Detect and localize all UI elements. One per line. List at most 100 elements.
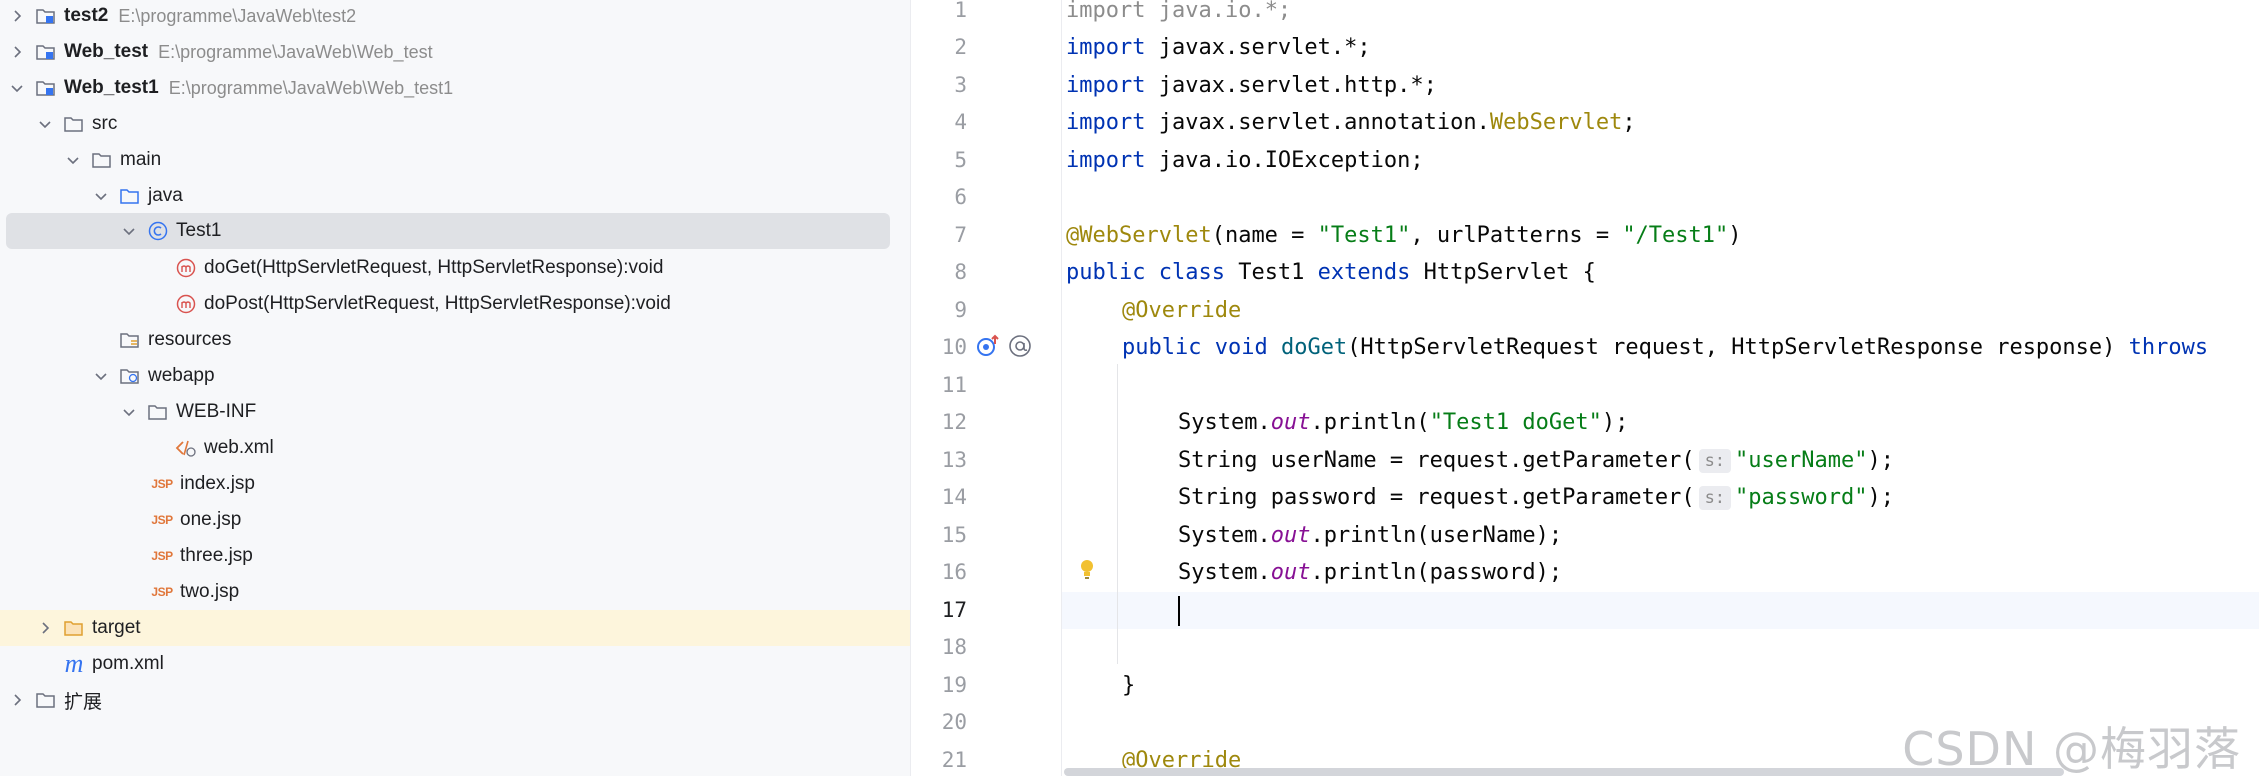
chevron-right-icon[interactable] [6,689,28,711]
tree-row-dopost-method[interactable]: doPost(HttpServletRequest, HttpServletRe… [0,286,910,322]
tree-row-main[interactable]: main [0,142,910,178]
method-icon [174,292,198,316]
tree-row-three-jsp[interactable]: JSP three.jsp [0,538,910,574]
tree-row-target[interactable]: target [0,610,910,646]
tree-label: two.jsp [180,581,240,602]
code-line-7[interactable]: @WebServlet(name = "Test1", urlPatterns … [1066,217,1742,254]
jsp-file-icon: JSP [151,549,173,563]
tree-row-test1-class[interactable]: Test1 [0,213,910,249]
module-folder-icon [34,40,58,64]
watermark: CSDN @梅羽落 [1902,722,2241,776]
chevron-down-icon[interactable] [62,149,84,171]
tree-label: test2 [64,5,109,26]
folder-icon [146,400,170,424]
line-number: 2 [954,35,967,59]
code-line-2[interactable]: import javax.servlet.*; [1066,29,1371,66]
web-endpoint-icon[interactable] [1007,333,1033,359]
code-line-5[interactable]: import java.io.IOException; [1066,142,1424,179]
folder-icon [90,148,114,172]
jsp-file-icon: JSP [151,585,173,599]
tree-row-web-inf[interactable]: WEB-INF [0,394,910,430]
tree-path: E:\programme\JavaWeb\Web_test [158,41,433,62]
chevron-right-icon[interactable] [6,5,28,27]
tree-label: WEB-INF [176,401,257,422]
tree-row-java[interactable]: java [0,178,910,214]
code-line-8[interactable]: public class Test1 extends HttpServlet { [1066,254,1596,291]
line-number: 1 [954,0,967,22]
line-number: 12 [941,410,967,434]
tree-row-pom-xml[interactable]: m pom.xml [0,646,910,682]
tree-row-resources[interactable]: resources [0,322,910,358]
lightbulb-icon[interactable] [1074,556,1100,582]
tree-row-doget-method[interactable]: doGet(HttpServletRequest, HttpServletRes… [0,250,910,286]
text-caret [1178,596,1180,626]
chevron-down-icon[interactable] [118,401,140,423]
line-number: 11 [941,373,967,397]
excluded-folder-icon [62,616,86,640]
tree-label: 扩展 [64,691,103,713]
chevron-down-icon[interactable] [90,365,112,387]
tree-row-test2[interactable]: test2 E:\programme\JavaWeb\test2 [0,0,910,34]
code-line-15[interactable]: System.out.println(userName); [1178,517,1562,554]
line-number: 9 [954,298,967,322]
line-number: 6 [954,185,967,209]
tree-label: doPost(HttpServletRequest, HttpServletRe… [204,293,671,314]
tree-label: src [92,113,118,134]
tree-row-index-jsp[interactable]: JSP index.jsp [0,466,910,502]
tree-row-two-jsp[interactable]: JSP two.jsp [0,574,910,610]
line-number: 4 [954,110,967,134]
project-tree: test2 E:\programme\JavaWeb\test2 Web_tes… [0,0,910,776]
parameter-hint: s: [1698,449,1732,473]
source-folder-icon [118,184,142,208]
tree-label: pom.xml [92,653,164,674]
overrides-method-icon[interactable] [975,333,1001,359]
line-number: 14 [941,485,967,509]
tree-row-web-xml[interactable]: web.xml [0,430,910,466]
code-line-19[interactable]: } [1122,667,1135,704]
code-line-1[interactable]: import java.io.*; [1066,0,1291,29]
chevron-right-icon[interactable] [34,617,56,639]
line-number: 20 [941,710,967,734]
chevron-down-icon[interactable] [90,185,112,207]
tree-label: Test1 [176,220,222,241]
tree-path: E:\programme\JavaWeb\test2 [118,5,357,26]
parameter-hint: s: [1698,486,1732,510]
chevron-right-icon[interactable] [6,41,28,63]
chevron-down-icon[interactable] [6,77,28,99]
tree-row-one-jsp[interactable]: JSP one.jsp [0,502,910,538]
code-line-12[interactable]: System.out.println("Test1 doGet"); [1178,404,1628,441]
tree-label: one.jsp [180,509,242,530]
line-number: 3 [954,73,967,97]
code-line-13[interactable]: String userName = request.getParameter(s… [1178,442,1894,479]
line-number: 18 [941,635,967,659]
tree-row-web-test1[interactable]: Web_test1 E:\programme\JavaWeb\Web_test1 [0,70,910,106]
code-line-10[interactable]: public void doGet(HttpServletRequest req… [1122,329,2208,366]
gutter-separator [1061,0,1062,776]
tree-row-webapp[interactable]: webapp [0,358,910,394]
module-folder-icon [34,4,58,28]
tree-label: java [148,185,183,206]
tree-row-web-test[interactable]: Web_test E:\programme\JavaWeb\Web_test [0,34,910,70]
code-line-14[interactable]: String password = request.getParameter(s… [1178,479,1894,516]
tree-label: target [92,617,141,638]
jsp-file-icon: JSP [151,513,173,527]
module-folder-icon [34,76,58,100]
tree-label: Web_test1 [64,77,159,98]
indent-guide [1117,364,1118,664]
tree-row-extensions[interactable]: 扩展 [0,682,910,718]
chevron-down-icon[interactable] [118,220,140,242]
code-line-9[interactable]: @Override [1122,292,1241,329]
line-number: 21 [941,748,967,772]
xml-file-icon [174,436,198,460]
line-number: 8 [954,260,967,284]
chevron-down-icon[interactable] [34,113,56,135]
code-line-3[interactable]: import javax.servlet.http.*; [1066,67,1437,104]
code-line-4[interactable]: import javax.servlet.annotation.WebServl… [1066,104,1636,141]
line-number: 5 [954,148,967,172]
line-number: 7 [954,223,967,247]
line-number-current: 17 [941,598,967,622]
tree-row-src[interactable]: src [0,106,910,142]
line-number: 16 [941,560,967,584]
tree-label: resources [148,329,232,350]
code-line-16[interactable]: System.out.println(password); [1178,554,1562,591]
